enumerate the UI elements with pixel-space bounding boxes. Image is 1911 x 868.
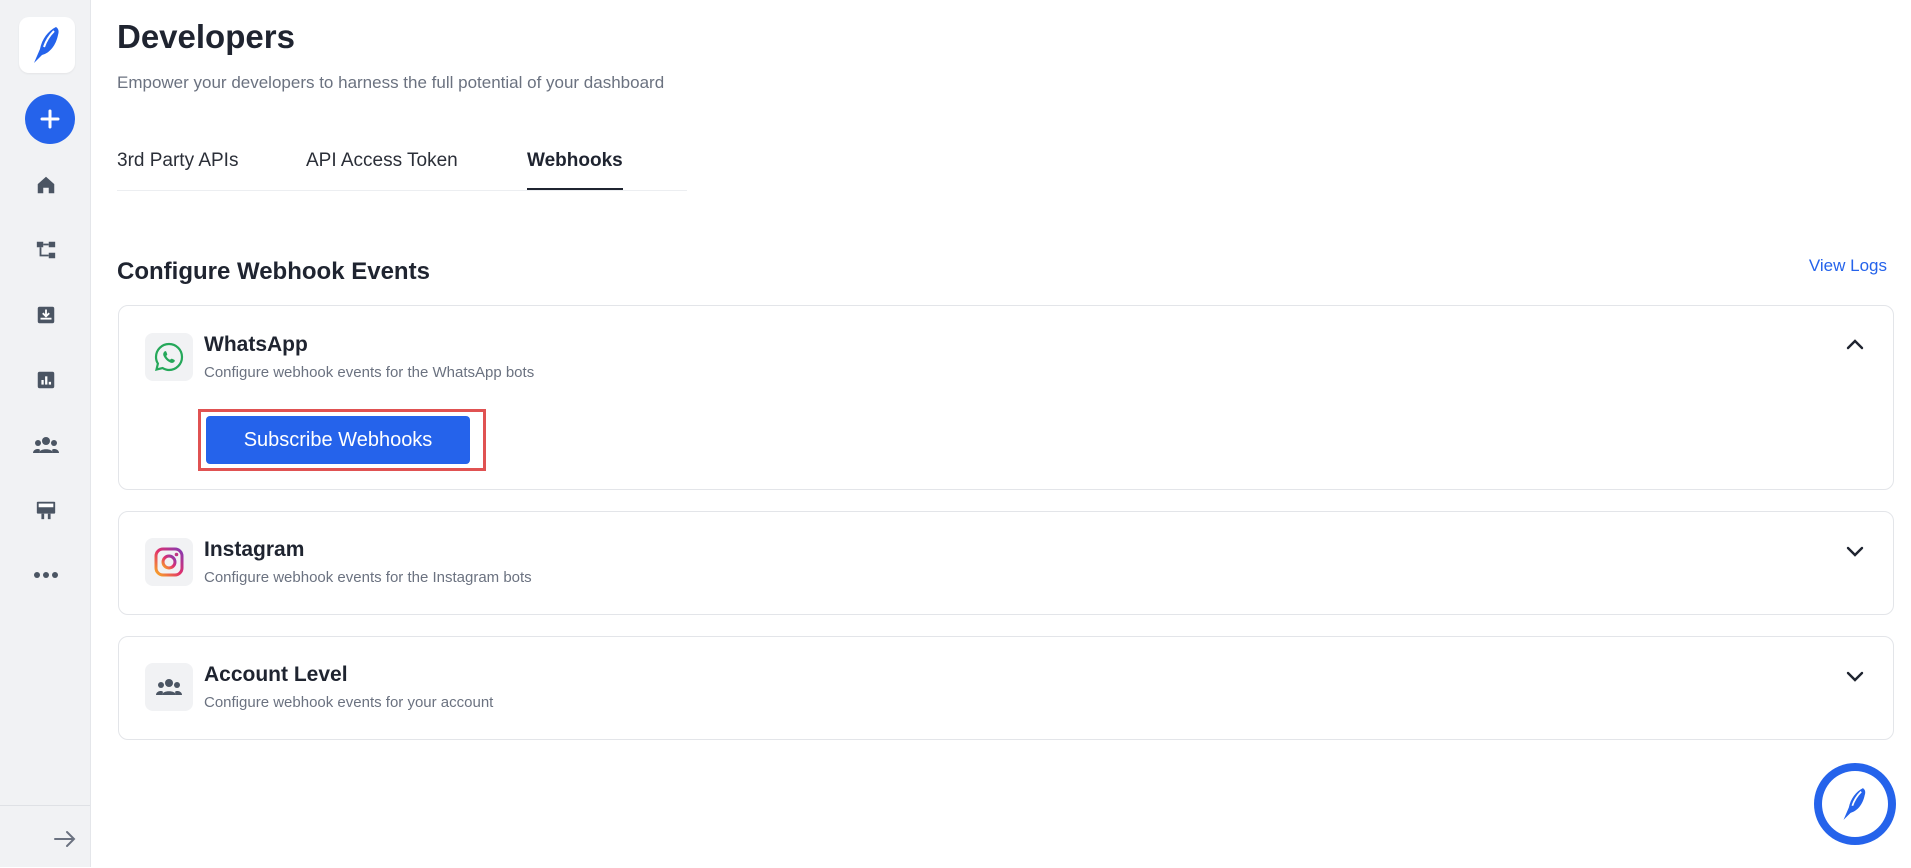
subscribe-webhooks-button[interactable]: Subscribe Webhooks	[206, 416, 470, 464]
add-button[interactable]	[25, 94, 75, 144]
collapse-whatsapp-button[interactable]	[1843, 332, 1867, 356]
users-icon	[156, 679, 182, 695]
chat-inner	[1822, 771, 1888, 837]
card-description-instagram: Configure webhook events for the Instagr…	[204, 569, 532, 586]
inbox-icon	[37, 306, 55, 324]
bird-logo-icon	[34, 27, 59, 63]
sidebar-item-home[interactable]	[30, 169, 62, 201]
flow-icon	[36, 241, 56, 259]
sidebar	[0, 0, 91, 867]
tab-bar: 3rd Party APIs API Access Token Webhooks	[117, 150, 687, 191]
whatsapp-icon	[154, 342, 184, 372]
chevron-down-icon	[1846, 671, 1864, 682]
chevron-down-icon	[1846, 546, 1864, 557]
expand-account-level-button[interactable]	[1843, 665, 1867, 689]
webhook-card-instagram[interactable]: Instagram Configure webhook events for t…	[118, 511, 1894, 615]
home-icon	[37, 176, 55, 194]
card-description-whatsapp: Configure webhook events for the WhatsAp…	[204, 364, 535, 381]
webhook-card-whatsapp: WhatsApp Configure webhook events for th…	[118, 305, 1894, 490]
view-logs-link[interactable]: View Logs	[1809, 256, 1887, 276]
instagram-icon-tile	[145, 538, 193, 586]
section-title: Configure Webhook Events	[117, 258, 430, 285]
team-icon	[33, 437, 59, 453]
app-logo[interactable]	[19, 17, 75, 73]
bird-logo-icon	[1843, 788, 1866, 820]
page-title: Developers	[117, 18, 295, 55]
arrow-right-icon[interactable]	[52, 826, 78, 852]
tab-3rd-party-apis[interactable]: 3rd Party APIs	[117, 150, 238, 190]
card-title-account-level: Account Level	[204, 663, 348, 686]
users-icon-tile	[145, 663, 193, 711]
analytics-icon	[37, 371, 55, 389]
card-description-account-level: Configure webhook events for your accoun…	[204, 694, 494, 711]
sidebar-item-more[interactable]	[30, 559, 62, 591]
sidebar-item-billboard[interactable]	[30, 494, 62, 526]
chevron-up-icon	[1846, 339, 1864, 350]
highlight-box: Subscribe Webhooks	[198, 409, 486, 471]
instagram-icon	[154, 547, 184, 577]
sidebar-item-team[interactable]	[30, 429, 62, 461]
sidebar-item-flows[interactable]	[30, 234, 62, 266]
webhook-card-account-level[interactable]: Account Level Configure webhook events f…	[118, 636, 1894, 740]
chat-support-button[interactable]	[1814, 763, 1896, 845]
sidebar-item-analytics[interactable]	[30, 364, 62, 396]
card-title-instagram: Instagram	[204, 538, 305, 561]
plus-icon	[40, 109, 60, 129]
sidebar-footer	[0, 805, 90, 868]
whatsapp-icon-tile	[145, 333, 193, 381]
expand-instagram-button[interactable]	[1843, 540, 1867, 564]
billboard-icon	[36, 501, 56, 520]
card-title-whatsapp: WhatsApp	[204, 333, 308, 356]
page-subtitle: Empower your developers to harness the f…	[117, 73, 665, 92]
tab-webhooks[interactable]: Webhooks	[527, 150, 623, 190]
more-icon	[34, 572, 58, 578]
sidebar-item-inbox[interactable]	[30, 299, 62, 331]
tab-api-access-token[interactable]: API Access Token	[306, 150, 458, 190]
